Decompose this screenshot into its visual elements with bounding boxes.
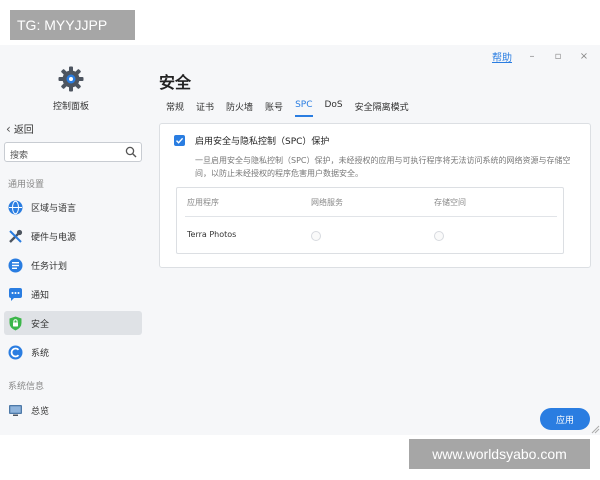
sidebar-item-label: 通知 — [31, 290, 50, 301]
sidebar-item-label: 安全 — [31, 319, 50, 330]
storage-permission-toggle[interactable] — [434, 231, 444, 241]
sidebar-item-region-language[interactable]: 区域与语言 — [4, 195, 142, 219]
tab-spc[interactable]: SPC — [295, 100, 313, 117]
sidebar-item-label: 硬件与电源 — [31, 232, 77, 243]
system-icon — [8, 345, 23, 359]
checkmark-icon — [176, 137, 184, 144]
sidebar: 控制面板 ‹ 返回 通用设置 区域与语言 — [0, 45, 150, 435]
task-list-icon — [8, 258, 23, 272]
tools-icon — [9, 229, 23, 243]
app-permission-table: 应用程序 网络服务 存储空间 Terra Photos — [176, 187, 564, 254]
page-title: 安全 — [159, 73, 192, 92]
spc-description: 一旦启用安全与隐私控制（SPC）保护，未经授权的应用与可执行程序将无法访问系统的… — [195, 156, 571, 178]
shield-icon — [9, 316, 22, 330]
tab-bar: 常规 证书 防火墙 账号 SPC DoS 安全隔离模式 — [166, 100, 409, 117]
search-icon[interactable] — [125, 146, 137, 158]
apply-button[interactable]: 应用 — [540, 408, 590, 430]
sidebar-item-hardware-power[interactable]: 硬件与电源 — [4, 224, 142, 248]
chat-bubble-icon — [9, 287, 22, 301]
table-row-app-name: Terra Photos — [187, 230, 237, 239]
group-label-general: 通用设置 — [8, 180, 45, 190]
tab-security-isolation[interactable]: 安全隔离模式 — [355, 100, 409, 117]
monitor-icon — [9, 404, 22, 416]
resize-handle-icon[interactable] — [590, 424, 600, 434]
tab-firewall[interactable]: 防火墙 — [226, 100, 253, 117]
chevron-left-icon: ‹ — [6, 121, 11, 136]
network-permission-toggle[interactable] — [311, 231, 321, 241]
back-label: 返回 — [13, 125, 34, 136]
gear-icon — [58, 66, 84, 92]
spc-panel: 启用安全与隐私控制（SPC）保护 一旦启用安全与隐私控制（SPC）保护，未经授权… — [159, 123, 591, 268]
control-panel-window: 控制面板 ‹ 返回 通用设置 区域与语言 — [0, 45, 600, 435]
back-button[interactable]: ‹ 返回 — [6, 121, 34, 137]
spc-enable-label: 启用安全与隐私控制（SPC）保护 — [195, 137, 330, 147]
sidebar-item-system[interactable]: 系统 — [4, 340, 142, 364]
tab-dos[interactable]: DoS — [325, 100, 343, 117]
tab-account[interactable]: 账号 — [265, 100, 283, 117]
table-header-divider — [185, 216, 557, 217]
sidebar-item-security[interactable]: 安全 — [4, 311, 142, 335]
sidebar-item-overview[interactable]: 总览 — [4, 398, 142, 422]
column-header-network: 网络服务 — [311, 198, 343, 207]
sidebar-item-label: 总览 — [31, 406, 50, 417]
main-content: 安全 常规 证书 防火墙 账号 SPC DoS 安全隔离模式 启用安全与隐私控制… — [150, 45, 600, 435]
sidebar-item-label: 区域与语言 — [31, 203, 77, 214]
search-box — [4, 142, 142, 165]
group-label-system-info: 系统信息 — [8, 382, 45, 392]
spc-enable-checkbox[interactable] — [174, 135, 185, 146]
globe-icon — [8, 200, 23, 214]
tab-general[interactable]: 常规 — [166, 100, 184, 117]
watermark-top: TG: MYYJJPP — [10, 10, 135, 40]
sidebar-item-label: 任务计划 — [31, 261, 68, 272]
sidebar-item-label: 系统 — [31, 348, 50, 359]
search-input[interactable] — [5, 147, 115, 165]
column-header-storage: 存储空间 — [434, 198, 466, 207]
sidebar-item-task-scheduler[interactable]: 任务计划 — [4, 253, 142, 277]
watermark-bottom: www.worldsyabo.com — [409, 439, 590, 469]
tab-certificate[interactable]: 证书 — [196, 100, 214, 117]
column-header-app: 应用程序 — [187, 198, 219, 207]
app-title: 控制面板 — [52, 102, 89, 112]
sidebar-item-notification[interactable]: 通知 — [4, 282, 142, 306]
